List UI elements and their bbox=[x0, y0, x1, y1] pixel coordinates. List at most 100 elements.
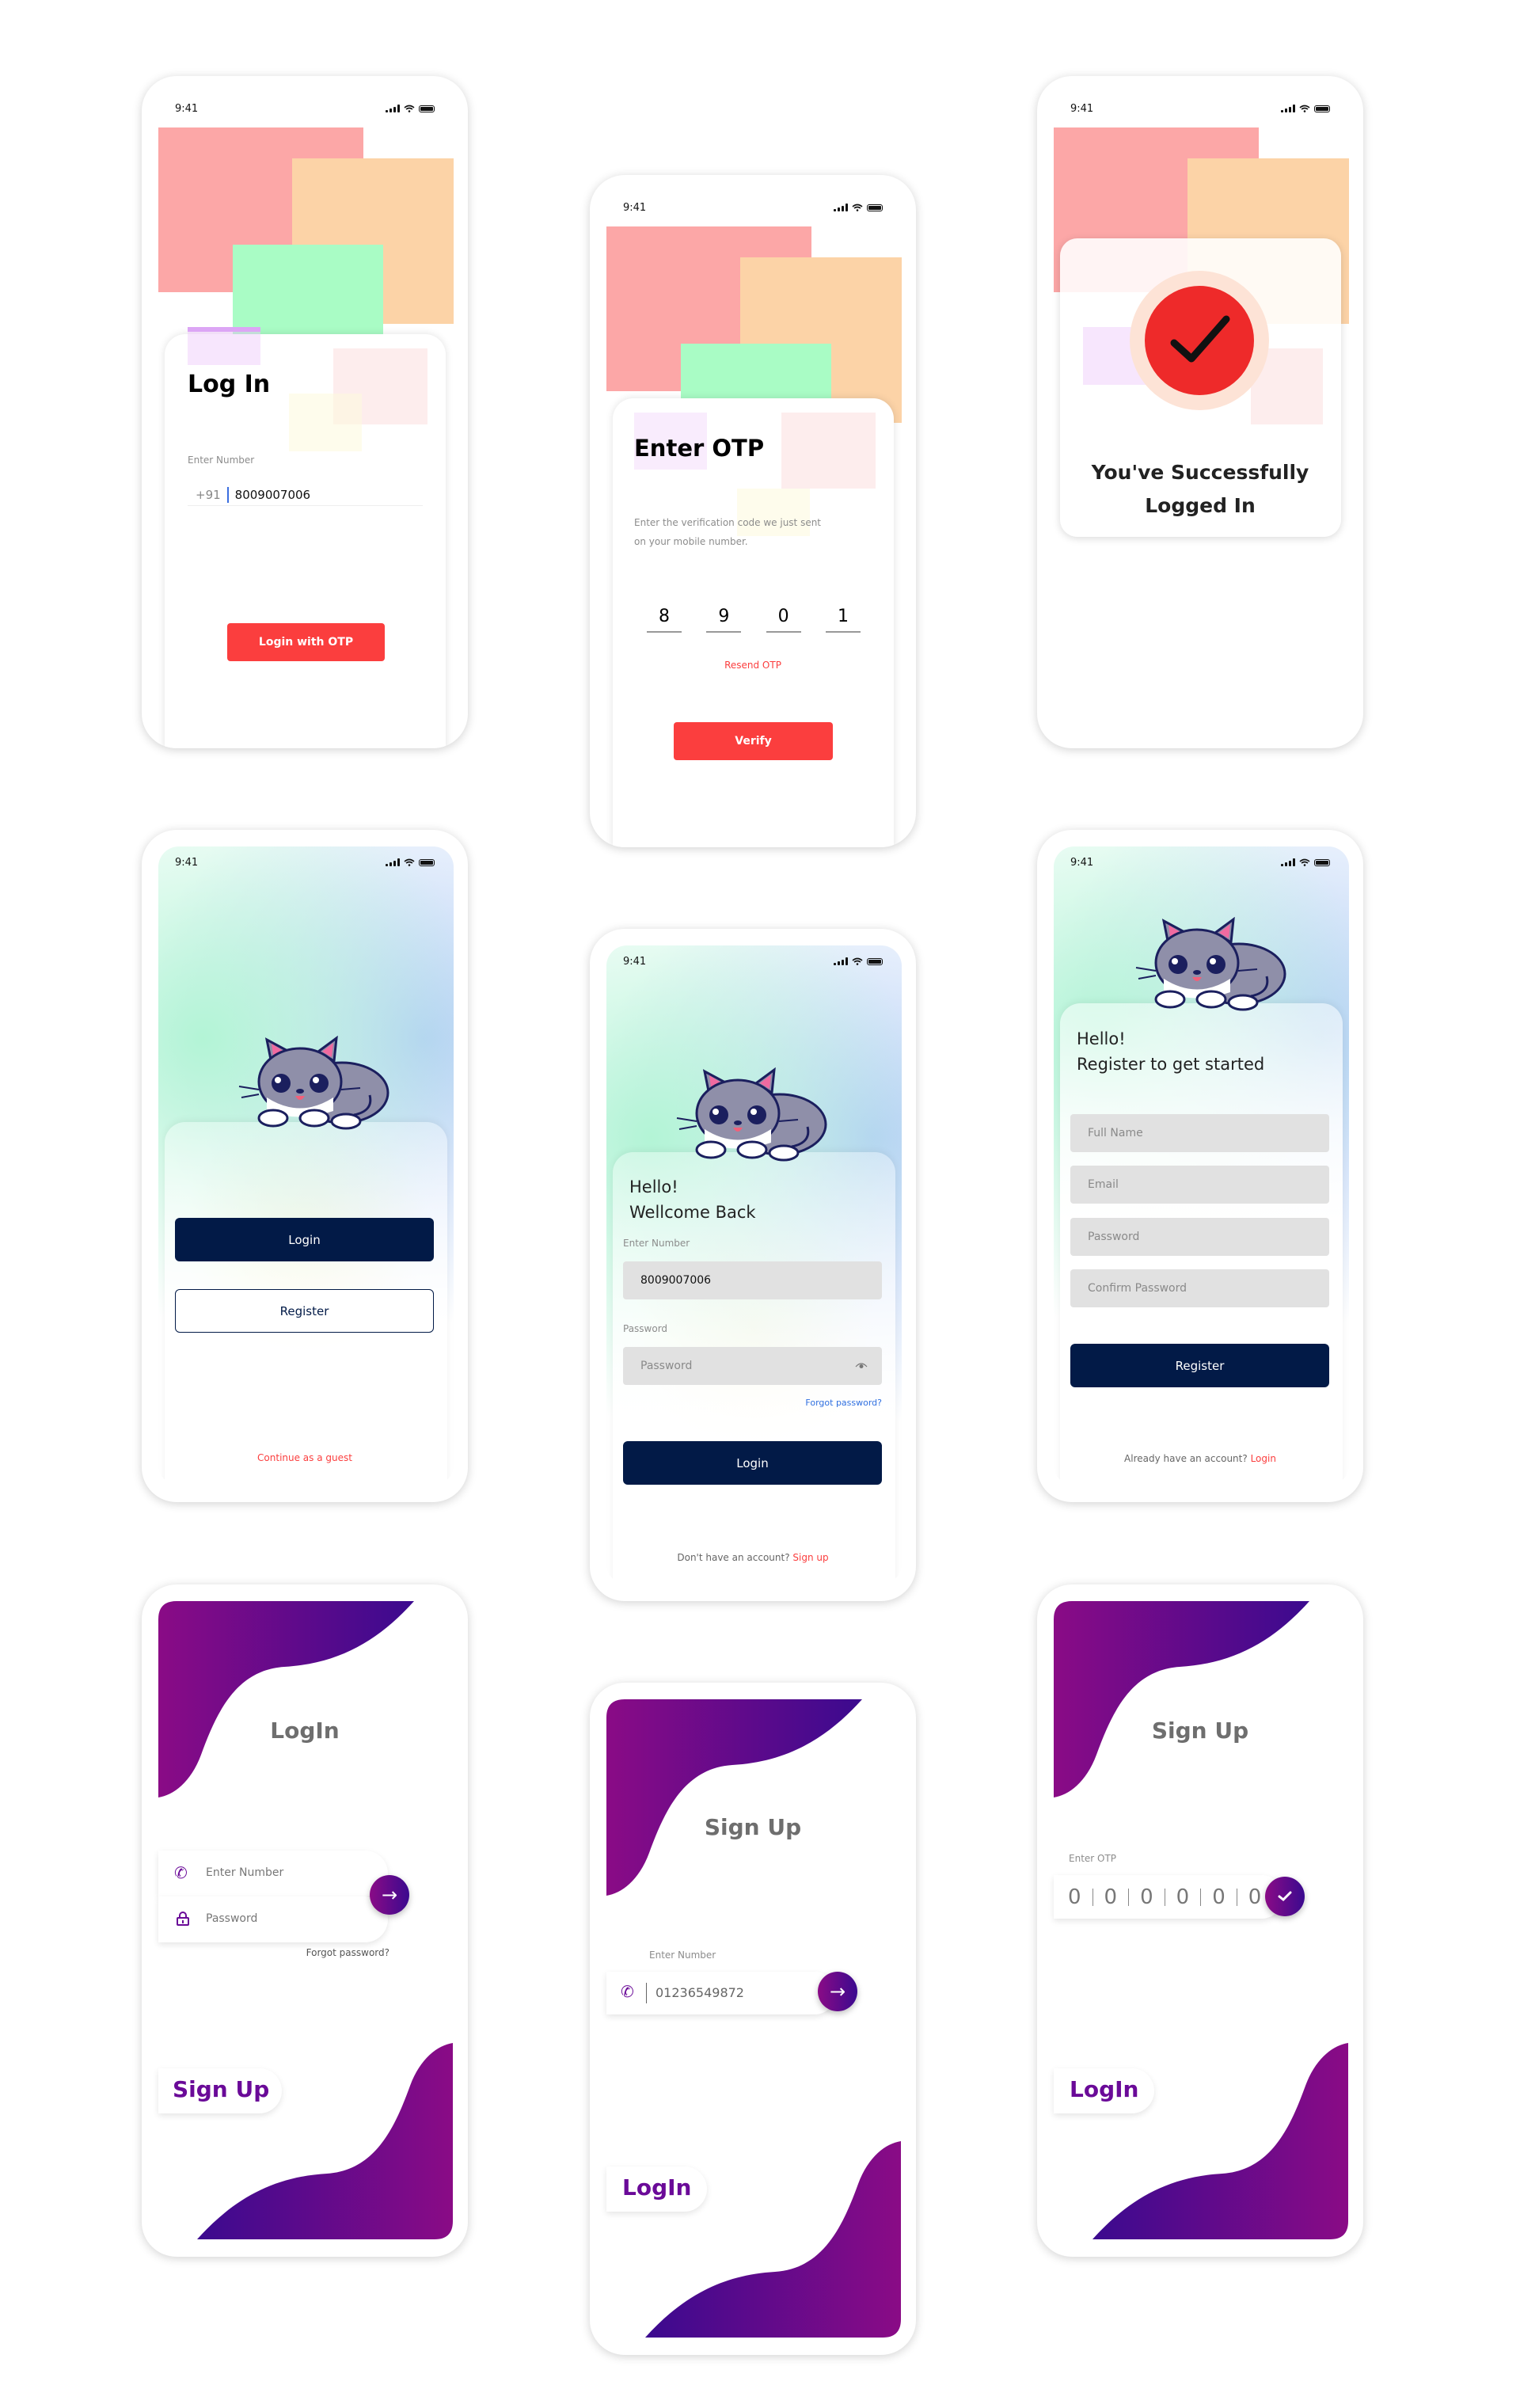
forgot-password-link[interactable]: Forgot password? bbox=[306, 1947, 390, 1958]
full-name-input[interactable]: Full Name bbox=[1070, 1114, 1329, 1152]
decor-rect bbox=[737, 489, 810, 536]
phone-purple-signup: Sign Up Enter Number ✆ 01236549872 → Log… bbox=[590, 1683, 916, 2355]
wifi-icon bbox=[852, 204, 863, 211]
battery-icon bbox=[867, 957, 883, 965]
password-input[interactable]: Password bbox=[1070, 1218, 1329, 1256]
signup-link[interactable]: Sign up bbox=[792, 1552, 828, 1563]
wave-decoration bbox=[606, 1699, 901, 2338]
submit-arrow-button[interactable]: → bbox=[370, 1875, 409, 1915]
signal-icon bbox=[1281, 105, 1295, 112]
signup-switch[interactable]: Sign Up bbox=[158, 2068, 282, 2113]
signup-prompt-text: Don't have an account? bbox=[677, 1552, 790, 1563]
signal-icon bbox=[1281, 858, 1295, 866]
greeting-hello: Hello! bbox=[629, 1177, 678, 1196]
battery-icon bbox=[1314, 858, 1330, 866]
greeting-subtitle: Register to get started bbox=[1077, 1055, 1265, 1074]
login-link[interactable]: LogIn bbox=[622, 2174, 691, 2201]
confirm-button[interactable] bbox=[1265, 1877, 1305, 1916]
wifi-icon bbox=[404, 858, 415, 866]
register-button[interactable]: Register bbox=[175, 1289, 434, 1333]
otp-description: Enter the verification code we just sent bbox=[634, 517, 822, 528]
status-icons bbox=[386, 105, 435, 112]
decor-rect bbox=[233, 245, 383, 334]
status-time: 9:41 bbox=[1070, 103, 1094, 115]
status-icons bbox=[386, 858, 435, 866]
number-input[interactable]: 8009007006 bbox=[623, 1261, 882, 1299]
email-input[interactable]: Email bbox=[1070, 1166, 1329, 1204]
confirm-password-input[interactable]: Confirm Password bbox=[1070, 1269, 1329, 1307]
number-input[interactable]: +91 8009007006 bbox=[188, 484, 423, 506]
password-input[interactable]: Password bbox=[158, 1896, 388, 1942]
register-button[interactable]: Register bbox=[1070, 1344, 1329, 1387]
status-icons bbox=[834, 204, 883, 211]
check-icon bbox=[1278, 1891, 1292, 1902]
divider bbox=[1200, 1888, 1202, 1906]
otp-digit[interactable]: 0 bbox=[1068, 1885, 1081, 1909]
phone-register: 9:41 Hello! Register to get started Full… bbox=[1037, 830, 1363, 1502]
number-value: 01236549872 bbox=[656, 1985, 744, 2000]
page-title: Sign Up bbox=[1151, 1718, 1249, 1744]
otp-digit[interactable]: 0 bbox=[1212, 1885, 1226, 1909]
lock-icon bbox=[177, 1912, 189, 1926]
number-input[interactable]: ✆ Enter Number bbox=[158, 1851, 388, 1896]
page-title: Log In bbox=[188, 371, 271, 398]
status-time: 9:41 bbox=[175, 857, 199, 869]
phone-landing: 9:41 Login Register Continue as a guest bbox=[142, 830, 468, 1502]
otp-digit[interactable]: 8 bbox=[647, 607, 682, 633]
otp-description: on your mobile number. bbox=[634, 536, 748, 547]
status-icons bbox=[1281, 858, 1330, 866]
greeting: Hello! Wellcome Back bbox=[629, 1174, 756, 1225]
otp-digit[interactable]: 1 bbox=[825, 607, 861, 633]
password-label: Password bbox=[623, 1323, 668, 1334]
otp-digit[interactable]: 0 bbox=[766, 607, 801, 633]
verify-button[interactable]: Verify bbox=[674, 722, 833, 760]
signal-icon bbox=[834, 957, 848, 965]
greeting-hello: Hello! bbox=[1077, 1029, 1126, 1048]
page-title: LogIn bbox=[270, 1718, 340, 1744]
decor-rect bbox=[188, 327, 260, 365]
country-code[interactable]: +91 bbox=[196, 488, 221, 502]
signal-icon bbox=[386, 858, 400, 866]
status-time: 9:41 bbox=[623, 956, 647, 968]
divider bbox=[1092, 1888, 1093, 1906]
login-prompt-text: Already have an account? bbox=[1124, 1453, 1248, 1464]
phone-icon: ✆ bbox=[174, 1863, 188, 1882]
password-placeholder: Password bbox=[206, 1912, 258, 1925]
otp-digit[interactable]: 0 bbox=[1248, 1885, 1262, 1909]
page-title: Enter OTP bbox=[634, 435, 765, 462]
otp-digit[interactable]: 9 bbox=[706, 607, 742, 633]
forgot-password-link[interactable]: Forgot password? bbox=[805, 1398, 882, 1408]
number-value: 8009007006 bbox=[234, 487, 311, 502]
otp-digit[interactable]: 0 bbox=[1140, 1885, 1153, 1909]
arrow-right-icon: → bbox=[381, 1884, 398, 1906]
submit-arrow-button[interactable]: → bbox=[818, 1972, 857, 2011]
login-link[interactable]: LogIn bbox=[1070, 2076, 1138, 2102]
decor-rect bbox=[781, 413, 876, 489]
status-icons bbox=[834, 957, 883, 965]
success-line-1: You've Successfully bbox=[1091, 461, 1309, 484]
password-input[interactable]: Password bbox=[623, 1347, 882, 1385]
guest-link[interactable]: Continue as a guest bbox=[142, 1452, 468, 1463]
phone-welcome-back: 9:41 Hello! Wellcome Back Enter Number 8… bbox=[590, 929, 916, 1601]
otp-digit[interactable]: 0 bbox=[1104, 1885, 1118, 1909]
login-otp-button[interactable]: Login with OTP bbox=[227, 623, 385, 661]
resend-otp-link[interactable]: Resend OTP bbox=[590, 660, 916, 671]
number-input[interactable]: ✆ 01236549872 bbox=[606, 1972, 836, 2014]
login-button[interactable]: Login bbox=[175, 1218, 434, 1261]
login-switch[interactable]: LogIn bbox=[606, 2166, 707, 2212]
screen bbox=[158, 846, 454, 1486]
status-icons bbox=[1281, 105, 1330, 112]
number-label: Enter Number bbox=[188, 455, 255, 466]
wave-decoration bbox=[1054, 1601, 1348, 2239]
login-switch[interactable]: LogIn bbox=[1054, 2068, 1154, 2113]
login-link[interactable]: Login bbox=[1251, 1453, 1276, 1464]
battery-icon bbox=[419, 105, 435, 112]
signup-link[interactable]: Sign Up bbox=[173, 2076, 269, 2102]
otp-digit[interactable]: 0 bbox=[1176, 1885, 1190, 1909]
cat-illustration bbox=[1132, 917, 1290, 1012]
otp-input[interactable]: 0 0 0 0 0 0 bbox=[1054, 1875, 1283, 1919]
login-button[interactable]: Login bbox=[623, 1441, 882, 1485]
eye-icon[interactable] bbox=[855, 1361, 868, 1369]
success-message: You've Successfully Logged In bbox=[1037, 456, 1363, 523]
decor-rect bbox=[289, 394, 362, 451]
